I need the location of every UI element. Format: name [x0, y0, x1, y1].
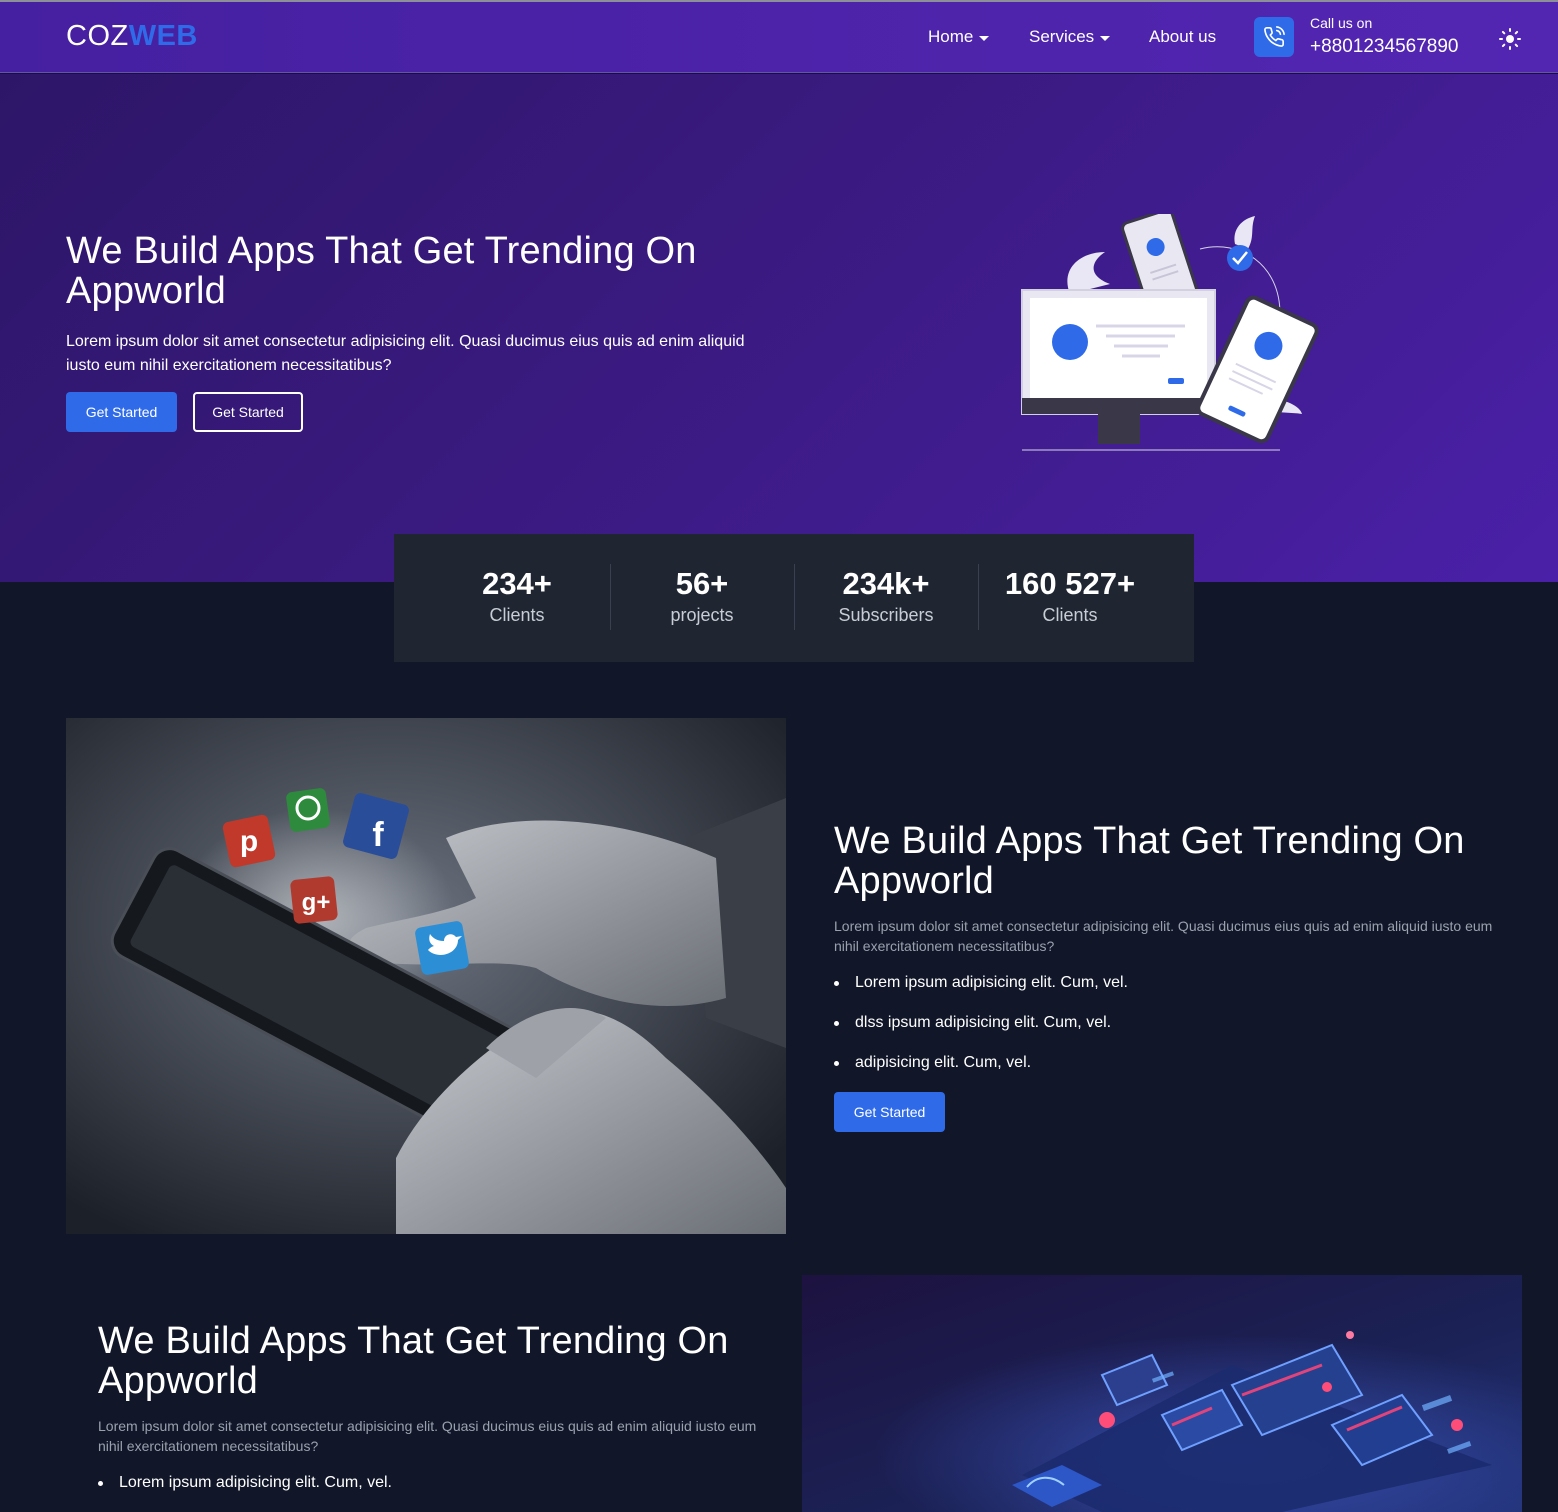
- devices-illustration: [1021, 214, 1319, 451]
- caret-down-icon: [979, 35, 990, 41]
- site-header: COZWEB Home Services About us Call us on…: [0, 2, 1558, 73]
- feature2-text: Lorem ipsum dolor sit amet consectetur a…: [98, 1418, 757, 1454]
- stat-label: projects: [670, 605, 734, 625]
- stat-value: 56+: [675, 566, 729, 601]
- feature2-bullet: Lorem ipsum adipisicing elit. Cum, vel.: [98, 1474, 392, 1492]
- logo-part2: WEB: [128, 20, 198, 52]
- feature1-text: Lorem ipsum dolor sit amet consectetur a…: [834, 918, 1493, 954]
- nav-services-label: Services: [1029, 27, 1095, 46]
- stat-label: Clients: [489, 605, 545, 625]
- call-number[interactable]: +8801234567890: [1310, 36, 1458, 58]
- stat-value: 160 527+: [1004, 566, 1136, 601]
- svg-text:p: p: [240, 825, 258, 858]
- nav-services[interactable]: Services: [1029, 27, 1111, 47]
- caret-down-icon: [1100, 35, 1111, 41]
- phone-call-icon: [1264, 26, 1285, 47]
- stat-value: 234k+: [842, 566, 930, 601]
- svg-text:g+: g+: [302, 889, 331, 916]
- stat-item: 234+ Clients: [425, 564, 609, 630]
- nav-home-label: Home: [928, 27, 974, 46]
- stat-label: Clients: [1042, 605, 1098, 625]
- stat-value: 234+: [482, 566, 552, 601]
- stats-bar: 234+ Clients 56+ projects 234k+ Subscrib…: [394, 534, 1194, 662]
- stat-item: 56+ projects: [610, 564, 794, 630]
- feature1-get-started-button[interactable]: Get Started: [834, 1092, 945, 1132]
- hero-section: We Build Apps That Get Trending On Appwo…: [0, 74, 1558, 582]
- nav-home[interactable]: Home: [928, 27, 990, 47]
- nav-about[interactable]: About us: [1149, 27, 1216, 47]
- bullet-text: Lorem ipsum adipisicing elit. Cum, vel.: [119, 1474, 392, 1491]
- logo[interactable]: COZWEB: [66, 20, 198, 53]
- social-media-phone-image: p f g+: [66, 718, 786, 1234]
- bullet-text: adipisicing elit. Cum, vel.: [855, 1054, 1032, 1071]
- phone-call-button[interactable]: [1254, 17, 1294, 57]
- call-label: Call us on: [1310, 15, 1373, 31]
- feature1-title: We Build Apps That Get Trending On Appwo…: [834, 820, 1465, 902]
- nav-about-label: About us: [1149, 27, 1217, 46]
- hero-text: Lorem ipsum dolor sit amet consectetur a…: [66, 333, 745, 374]
- hero-get-started-button[interactable]: Get Started: [66, 392, 177, 432]
- stat-item: 234k+ Subscribers: [794, 564, 978, 630]
- hero-get-started-outline-button[interactable]: Get Started: [193, 392, 303, 432]
- logo-part1: COZ: [66, 20, 129, 52]
- isometric-tech-image: [802, 1275, 1522, 1512]
- feature1-bullet: dlss ipsum adipisicing elit. Cum, vel.: [834, 1014, 1111, 1032]
- bullet-text: Lorem ipsum adipisicing elit. Cum, vel.: [855, 974, 1128, 991]
- stat-label: Subscribers: [838, 605, 934, 625]
- sun-icon[interactable]: [1498, 27, 1522, 51]
- feature1-bullet: Lorem ipsum adipisicing elit. Cum, vel.: [834, 974, 1128, 992]
- hero-title: We Build Apps That Get Trending On Appwo…: [66, 230, 697, 312]
- feature2-title: We Build Apps That Get Trending On Appwo…: [98, 1320, 729, 1402]
- stat-item: 160 527+ Clients: [978, 564, 1162, 630]
- svg-text:f: f: [372, 816, 384, 854]
- bullet-text: dlss ipsum adipisicing elit. Cum, vel.: [855, 1014, 1112, 1031]
- feature1-bullet: adipisicing elit. Cum, vel.: [834, 1054, 1031, 1072]
